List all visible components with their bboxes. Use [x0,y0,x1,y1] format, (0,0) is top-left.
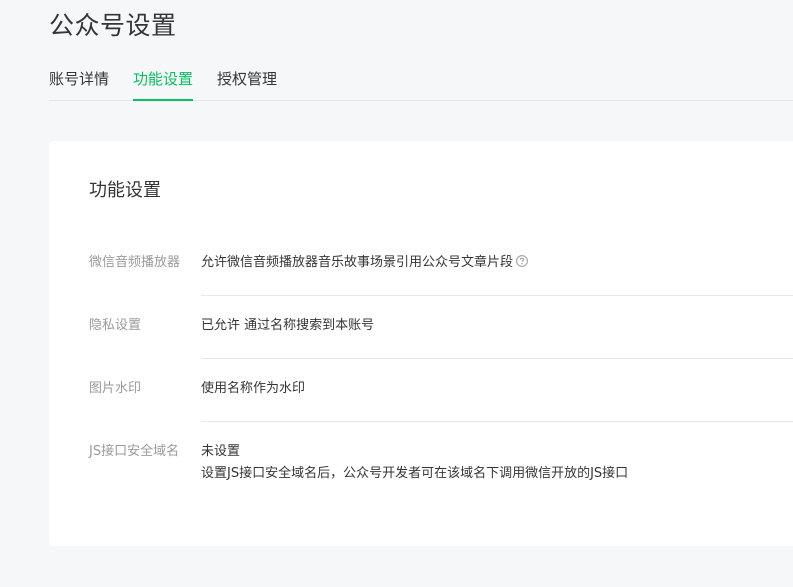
audio-player-value: 允许微信音频播放器音乐故事场景引用公众号文章片段 [201,253,528,273]
js-domain-note: 设置JS接口安全域名后，公众号开发者可在该域名下调用微信开放的JS接口 [201,466,629,481]
audio-player-text: 允许微信音频播放器音乐故事场景引用公众号文章片段 [201,255,514,270]
feature-settings-card: 功能设置 微信音频播放器 允许微信音频播放器音乐故事场景引用公众号文章片段 隐私… [49,141,793,546]
row-divider [201,295,793,296]
tab-authorization-management[interactable]: 授权管理 [217,64,277,100]
help-icon[interactable] [516,254,528,267]
page-title: 公众号设置 [49,11,177,40]
js-domain-label: JS接口安全域名 [89,444,180,459]
tab-account-details[interactable]: 账号详情 [49,64,109,100]
privacy-label: 隐私设置 [89,318,142,333]
js-domain-value: 未设置 [201,444,241,459]
watermark-value: 使用名称作为水印 [201,381,306,396]
watermark-label: 图片水印 [89,381,142,396]
settings-page: 公众号设置 账号详情 功能设置 授权管理 功能设置 微信音频播放器 允许微信音频… [0,0,793,587]
tab-bar: 账号详情 功能设置 授权管理 [49,64,793,101]
privacy-value: 已允许 通过名称搜索到本账号 [201,318,375,333]
tab-feature-settings[interactable]: 功能设置 [133,64,194,101]
row-divider [201,421,793,422]
card-title: 功能设置 [89,180,161,201]
row-divider [201,358,793,359]
audio-player-label: 微信音频播放器 [89,255,181,270]
